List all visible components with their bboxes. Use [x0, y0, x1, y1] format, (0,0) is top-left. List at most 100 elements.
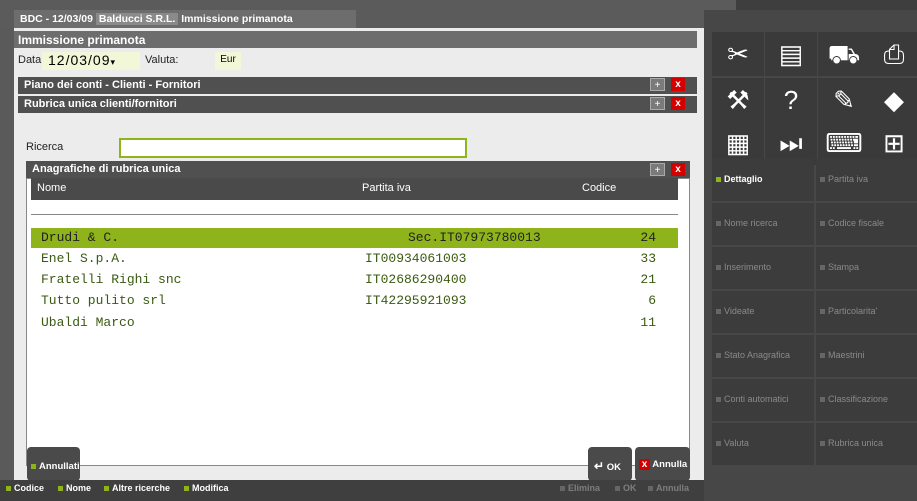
row-nome: Enel S.p.A.	[41, 251, 127, 266]
printer-icon[interactable]: ⎙	[868, 32, 917, 76]
row-piva: IT42295921093	[365, 293, 467, 308]
annulla-label: Annulla	[652, 459, 688, 470]
piano-title: Piano dei conti - Clienti - Fornitori	[24, 79, 201, 91]
divider	[31, 214, 678, 215]
title-company: Balducci S.R.L.	[95, 13, 179, 25]
ok-button[interactable]: ↵ OK	[588, 447, 632, 481]
inserimento-button[interactable]: Inserimento	[712, 247, 814, 289]
maximize-icon[interactable]: +	[650, 78, 665, 91]
row-nome: Drudi & C.	[41, 230, 120, 245]
bottom-ok-button[interactable]: OK	[615, 483, 637, 493]
square-icon	[560, 486, 565, 492]
classificazione-button[interactable]: Classificazione	[816, 379, 917, 421]
bottom-annulla-button[interactable]: Annulla	[648, 483, 689, 493]
window-title: Immissione primanota	[14, 31, 697, 48]
square-icon	[58, 486, 63, 492]
stampa-label: Stampa	[828, 262, 860, 272]
maximize-icon[interactable]: +	[650, 163, 665, 176]
cube-icon[interactable]: ◆	[868, 78, 917, 122]
codice-fiscale-button[interactable]: Codice fiscale	[816, 203, 917, 245]
partita-iva-label: Partita iva	[828, 174, 869, 184]
videate-button[interactable]: Videate	[712, 291, 814, 333]
dettaglio-button[interactable]: Dettaglio	[712, 159, 814, 201]
help-icon[interactable]: ?	[765, 78, 817, 122]
square-icon	[820, 177, 825, 183]
square-icon	[716, 265, 721, 271]
rubrica-unica-button[interactable]: Rubrica unica	[816, 423, 917, 465]
title-window: Immissione primanota	[181, 13, 293, 25]
scissors-icon[interactable]: ✂	[712, 32, 764, 76]
square-icon	[716, 441, 721, 447]
chevron-down-icon[interactable]: ▾	[111, 57, 117, 67]
row-codice: 21	[640, 272, 656, 287]
title-tab: BDC - 12/03/09 Balducci S.R.L. Immission…	[14, 10, 356, 28]
stampa-button[interactable]: Stampa	[816, 247, 917, 289]
data-field[interactable]: 12/03/09▾	[42, 52, 140, 70]
table-row[interactable]: Enel S.p.A. IT00934061003 33	[31, 249, 678, 269]
wrench-icon[interactable]: ⚒	[712, 78, 764, 122]
piano-panel-bar: Piano dei conti - Clienti - Fornitori	[18, 77, 697, 94]
annulla-button[interactable]: x Annulla	[635, 447, 690, 481]
table-row[interactable]: Drudi & C. Sec.IT07973780013 24	[31, 228, 678, 248]
data-value: 12/03/09	[48, 52, 111, 68]
stato-anagrafica-label: Stato Anagrafica	[724, 350, 791, 360]
bottom-elimina-button[interactable]: Elimina	[560, 483, 600, 493]
bottom-bar: Codice Nome Altre ricerche Modifica Elim…	[0, 480, 704, 501]
maestrini-button[interactable]: Maestrini	[816, 335, 917, 377]
notebook-icon[interactable]: ✎	[818, 78, 870, 122]
square-icon	[184, 486, 189, 492]
square-icon	[820, 397, 825, 403]
bottom-modifica-button[interactable]: Modifica	[184, 483, 229, 493]
valuta-label: Valuta	[724, 438, 749, 448]
valuta-label: Valuta:	[145, 54, 179, 66]
bottom-modifica-label: Modifica	[192, 483, 229, 493]
square-icon	[820, 309, 825, 315]
close-icon[interactable]: x	[671, 163, 685, 176]
col-partita-iva[interactable]: Partita iva	[362, 182, 411, 194]
conti-automatici-button[interactable]: Conti automatici	[712, 379, 814, 421]
bottom-altre-button[interactable]: Altre ricerche	[104, 483, 170, 493]
row-nome: Fratelli Righi snc	[41, 272, 182, 287]
square-icon	[820, 265, 825, 271]
rubrica-title: Rubrica unica clienti/fornitori	[24, 98, 177, 110]
valuta-field[interactable]: Eur	[215, 52, 241, 70]
truck-icon[interactable]: ⛟	[818, 32, 870, 76]
paste-icon[interactable]: ▤	[765, 32, 817, 76]
nome-ricerca-button[interactable]: Nome ricerca	[712, 203, 814, 245]
bottom-ok-label: OK	[623, 483, 637, 493]
table-row[interactable]: Ubaldi Marco 11	[31, 313, 678, 333]
maximize-icon[interactable]: +	[650, 97, 665, 110]
square-icon	[716, 177, 721, 183]
row-codice: 11	[640, 315, 656, 330]
row-codice: 6	[648, 293, 656, 308]
title-date: BDC - 12/03/09	[20, 13, 93, 25]
square-icon	[716, 221, 721, 227]
table-row[interactable]: Fratelli Righi snc IT02686290400 21	[31, 270, 678, 290]
bottom-nome-button[interactable]: Nome	[58, 483, 91, 493]
row-piva: IT02686290400	[365, 272, 467, 287]
ok-label: OK	[606, 462, 621, 473]
square-icon	[716, 309, 721, 315]
annullati-label: Annullati	[39, 461, 80, 472]
valuta-button[interactable]: Valuta	[712, 423, 814, 465]
anagrafiche-panel-bar: Anagrafiche di rubrica unica	[26, 161, 690, 178]
bottom-nome-label: Nome	[66, 483, 92, 493]
bottom-codice-button[interactable]: Codice	[6, 483, 44, 493]
stato-anagrafica-button[interactable]: Stato Anagrafica	[712, 335, 814, 377]
square-icon	[820, 353, 825, 359]
partita-iva-button[interactable]: Partita iva	[816, 159, 917, 201]
videate-label: Videate	[724, 306, 755, 316]
square-icon	[820, 441, 825, 447]
annullati-button[interactable]: Annullati	[27, 447, 80, 481]
row-codice: 24	[640, 230, 656, 245]
table-row[interactable]: Tutto pulito srl IT42295921093 6	[31, 291, 678, 311]
close-icon[interactable]: x	[671, 97, 685, 110]
col-nome[interactable]: Nome	[37, 182, 66, 194]
close-icon[interactable]: x	[671, 78, 685, 91]
particolarita-button[interactable]: Particolarita'	[816, 291, 917, 333]
search-input[interactable]	[119, 138, 467, 158]
bottom-elimina-label: Elimina	[568, 483, 601, 493]
right-panel: ✂ ▤ ⛟ ⎙ ⚒ ? ✎ ◆ ▦ ⏭ ⌨ ⊞ Dettaglio Partit…	[704, 10, 917, 501]
col-codice[interactable]: Codice	[582, 182, 616, 194]
nome-ricerca-label: Nome ricerca	[724, 218, 778, 228]
